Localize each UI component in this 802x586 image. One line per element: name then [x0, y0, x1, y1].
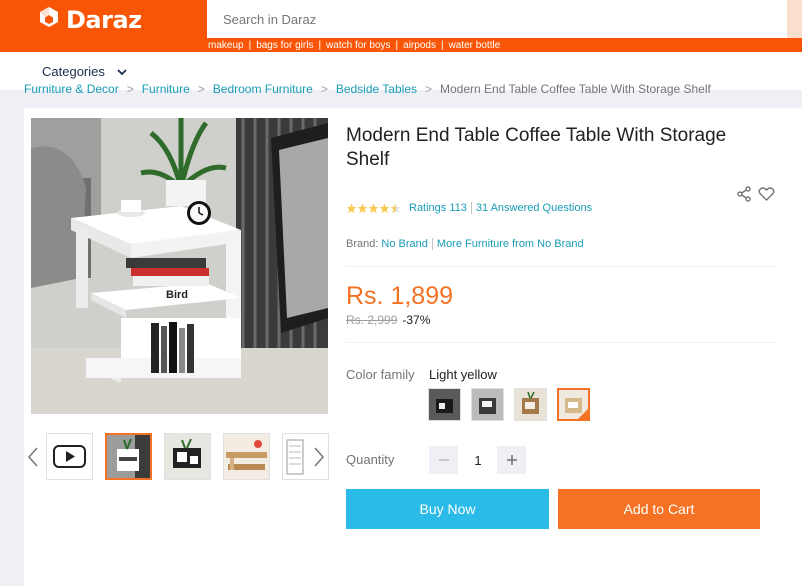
- rating-stars: [346, 203, 401, 214]
- minus-icon: [438, 459, 449, 461]
- daraz-logo[interactable]: Daraz: [38, 4, 142, 36]
- black-white-side-table-thumb: [165, 434, 210, 479]
- breadcrumb-chevron-icon: >: [425, 82, 433, 96]
- search-box: [207, 0, 787, 38]
- chevron-right-icon[interactable]: [312, 446, 326, 468]
- keyword-link[interactable]: watch for boys: [326, 40, 390, 51]
- breadcrumb-current: Modern End Table Coffee Table With Stora…: [440, 82, 711, 96]
- wood-variant-thumb: [515, 389, 546, 420]
- brand-row: Brand: No Brand More Furniture from No B…: [346, 238, 584, 250]
- divider: [431, 238, 433, 250]
- breadcrumb-link[interactable]: Bedside Tables: [336, 82, 417, 96]
- side-table-photo: Bird: [31, 118, 328, 414]
- chevron-down-icon: [117, 68, 127, 75]
- breadcrumb-link[interactable]: Furniture & Decor: [24, 82, 119, 96]
- breadcrumb-link[interactable]: Furniture: [142, 82, 190, 96]
- book-spine-label: Bird: [166, 289, 188, 301]
- dark-variant-thumb: [429, 389, 460, 420]
- rating-row: Ratings 113 31 Answered Questions: [346, 202, 592, 214]
- chevron-left-icon[interactable]: [26, 446, 40, 468]
- keyword-link[interactable]: bags for girls: [256, 40, 313, 51]
- color-swatch[interactable]: [471, 388, 504, 421]
- search-button[interactable]: [787, 0, 802, 38]
- product-main-image[interactable]: Bird: [31, 118, 328, 414]
- keyword-link[interactable]: airpods: [403, 40, 436, 51]
- discount-badge: -37%: [402, 313, 431, 327]
- more-from-brand-link[interactable]: More Furniture from No Brand: [437, 238, 584, 250]
- keyword-separator: |: [440, 40, 444, 51]
- add-to-cart-button[interactable]: Add to Cart: [558, 489, 760, 529]
- categories-dropdown[interactable]: Categories: [42, 64, 127, 79]
- ratings-link[interactable]: Ratings 113: [409, 202, 467, 214]
- quantity-increase-button[interactable]: [497, 446, 526, 474]
- selected-color: Light yellow: [429, 367, 497, 382]
- brand-label: Brand:: [346, 238, 379, 250]
- top-header: Daraz makeup | bags for girls | watch fo…: [0, 0, 802, 52]
- color-swatch-selected[interactable]: [557, 388, 590, 421]
- color-swatch[interactable]: [428, 388, 461, 421]
- video-play-icon: [53, 445, 86, 468]
- section-divider: [346, 266, 778, 267]
- thumbnail-image[interactable]: [105, 433, 152, 480]
- quantity-input[interactable]: [462, 446, 494, 474]
- keyword-separator: |: [248, 40, 252, 51]
- breadcrumb: Furniture & Decor > Furniture > Bedroom …: [24, 82, 711, 96]
- star-icon: [368, 203, 379, 213]
- logo-text: Daraz: [66, 6, 142, 34]
- buy-now-button[interactable]: Buy Now: [346, 489, 549, 529]
- heart-icon[interactable]: [758, 186, 775, 202]
- color-family-label: Color family: [346, 367, 415, 382]
- quantity-label: Quantity: [346, 452, 395, 467]
- selected-check-icon: [578, 409, 588, 419]
- old-price-row: Rs. 2,999 -37%: [346, 313, 430, 327]
- quantity-decrease-button[interactable]: [429, 446, 458, 474]
- search-input[interactable]: [207, 0, 787, 38]
- star-icon: [379, 203, 390, 213]
- keyword-link[interactable]: makeup: [208, 40, 244, 51]
- star-icon: [346, 203, 357, 213]
- share-actions: [736, 186, 775, 202]
- color-swatch[interactable]: [514, 388, 547, 421]
- star-icon: [357, 203, 368, 213]
- grey-variant-thumb: [472, 389, 503, 420]
- star-half-icon: [390, 203, 401, 213]
- keyword-link[interactable]: water bottle: [449, 40, 501, 51]
- share-icon[interactable]: [736, 186, 752, 202]
- keyword-separator: |: [318, 40, 322, 51]
- wood-table-thumb: [224, 434, 269, 479]
- answered-questions-link[interactable]: 31 Answered Questions: [476, 202, 592, 214]
- breadcrumb-chevron-icon: >: [320, 82, 328, 96]
- section-divider: [346, 342, 778, 343]
- trending-keywords: makeup | bags for girls | watch for boys…: [208, 40, 500, 51]
- breadcrumb-link[interactable]: Bedroom Furniture: [213, 82, 313, 96]
- breadcrumb-chevron-icon: >: [126, 82, 134, 96]
- product-title: Modern End Table Coffee Table With Stora…: [346, 125, 727, 170]
- thumbnail-image[interactable]: [223, 433, 270, 480]
- categories-label: Categories: [42, 64, 105, 79]
- breadcrumb-chevron-icon: >: [197, 82, 205, 96]
- thumbnail-strip: [24, 432, 334, 482]
- divider: [470, 202, 472, 214]
- thumbnail-video[interactable]: [46, 433, 93, 480]
- color-swatches: [428, 388, 600, 421]
- plus-icon: [506, 455, 517, 465]
- right-panel-edge: [778, 108, 802, 586]
- original-price: Rs. 2,999: [346, 313, 398, 327]
- brand-link[interactable]: No Brand: [381, 238, 427, 250]
- daraz-logo-icon: [40, 7, 58, 27]
- thumbnail-image[interactable]: [164, 433, 211, 480]
- current-price: Rs. 1,899: [346, 282, 454, 310]
- keyword-separator: |: [395, 40, 399, 51]
- white-side-table-thumb: [107, 435, 150, 478]
